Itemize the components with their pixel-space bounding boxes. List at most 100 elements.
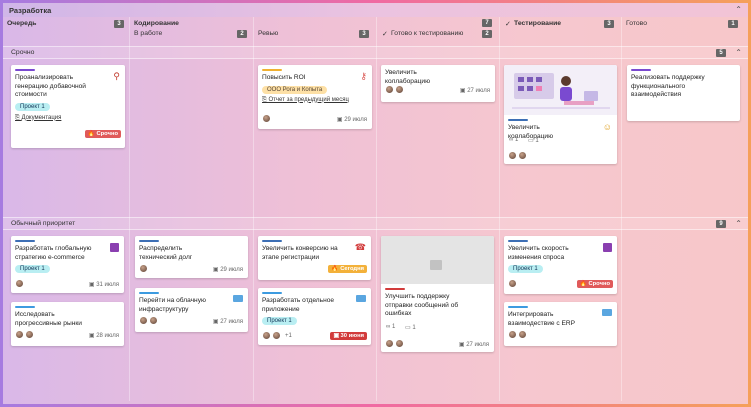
swimlane-count: 5 — [716, 49, 726, 57]
card-color-bar — [631, 69, 651, 71]
column-review[interactable]: Ревью 3 — [254, 17, 374, 43]
avatar[interactable] — [518, 151, 527, 160]
avatar[interactable] — [15, 279, 24, 288]
column-ready-for-testing[interactable]: 7 ✓ Готово к тестированию 2 — [377, 17, 497, 43]
avatar[interactable] — [262, 331, 271, 340]
task-card[interactable]: Разработать отдельное приложение Проект … — [258, 288, 371, 345]
avatar[interactable] — [508, 279, 517, 288]
urgency-label: Срочно — [96, 131, 118, 137]
due-date: ▣ 27 июля — [459, 88, 490, 94]
avatar[interactable] — [518, 330, 527, 339]
task-card[interactable]: Перейти на облачную инфраструктуру ▣ 27 … — [135, 288, 248, 332]
task-card[interactable]: Проанализировать генерацию добавочной ст… — [11, 65, 125, 148]
column-divider — [129, 17, 130, 401]
avatar[interactable] — [272, 331, 281, 340]
key-icon: ⚷ — [360, 71, 367, 81]
comments-count-label: 1 — [535, 138, 539, 144]
task-card[interactable]: Увеличить коллаборацию ▣ 27 июля — [381, 65, 495, 102]
column-testing[interactable]: ✓ Тестирование 3 — [500, 17, 618, 43]
card-title: Увеличить конверсию на этапе регистрации — [262, 245, 338, 261]
links-count-label: 1 — [514, 137, 519, 143]
project-tag[interactable]: Проект 1 — [262, 317, 297, 325]
swimlane-name: Срочно — [11, 49, 35, 56]
due-date: ▣ 27 июля — [212, 319, 243, 325]
collapse-lane-icon[interactable]: ⌃ — [735, 219, 742, 228]
avatar[interactable] — [15, 330, 24, 339]
image-icon — [430, 260, 442, 270]
monitor-icon — [356, 295, 366, 302]
document-link[interactable]: ⎘ Документация — [15, 115, 121, 122]
collapse-board-icon[interactable]: ⌃ — [735, 5, 742, 14]
collapse-lane-icon[interactable]: ⌃ — [735, 48, 742, 57]
card-title: Перейти на облачную инфраструктуру — [139, 297, 206, 313]
column-in-progress[interactable]: Кодирование В работе 2 — [130, 17, 252, 43]
task-card[interactable]: Увеличить коллаборацию ☺ ∞ 1 ▭ 1 — [504, 65, 617, 164]
column-divider — [621, 17, 622, 401]
links-count-label: 1 — [391, 324, 396, 330]
card-color-bar — [15, 306, 35, 308]
avatar[interactable] — [385, 85, 394, 94]
urgency-label: Сегодня — [340, 266, 364, 272]
column-queue[interactable]: Очередь 3 — [3, 17, 129, 43]
task-card[interactable]: Исследовать прогрессивные рынки ▣ 28 июл… — [11, 302, 124, 346]
avatar[interactable] — [262, 114, 271, 123]
project-tag[interactable]: Проект 1 — [15, 102, 50, 111]
links-count: ∞ 1 — [509, 137, 519, 143]
bike-icon: ⚲ — [113, 71, 120, 81]
card-color-bar — [15, 240, 35, 242]
check-icon: ✓ — [505, 21, 511, 28]
card-cover-placeholder — [381, 236, 494, 284]
column-sub: В работе — [134, 30, 163, 37]
user-badge-icon: ☺ — [602, 122, 612, 132]
comments-count: ▭ 1 — [405, 325, 416, 331]
task-card[interactable]: Увеличить конверсию на этапе регистрации… — [258, 236, 371, 280]
board-header: Разработка ⌃ — [3, 3, 748, 17]
due-date: ▣ 29 июля — [336, 117, 367, 123]
avatar[interactable] — [508, 330, 517, 339]
avatar[interactable] — [139, 264, 148, 273]
task-card[interactable]: Интегрировать взаимодествие с ERP — [504, 302, 617, 346]
extra-assignees: +1 — [285, 333, 292, 339]
avatar[interactable] — [139, 316, 148, 325]
swimlane-normal[interactable]: Обычный приоритет 9 ⌃ — [3, 217, 748, 230]
shop-icon — [110, 243, 119, 252]
column-count: 3 — [359, 30, 369, 38]
task-card[interactable]: Разработать глобальную стратегию e-comme… — [11, 236, 124, 293]
card-title: Интегрировать взаимодествие с ERP — [508, 311, 576, 327]
avatar[interactable] — [395, 85, 404, 94]
task-card[interactable]: Реализовать поддержку функционального вз… — [627, 65, 740, 121]
avatar[interactable] — [385, 339, 394, 348]
column-name: Готово — [626, 20, 647, 27]
card-title: Разработать отдельное приложение — [262, 297, 335, 313]
card-color-bar — [139, 240, 159, 242]
task-card[interactable]: Повысить ROI ⚷ ООО Рога и Копыта ⎘ Отчет… — [258, 65, 372, 129]
swimlane-urgent[interactable]: Срочно 5 ⌃ — [3, 46, 748, 59]
task-card[interactable]: Увеличить скорость изменения спроса Прое… — [504, 236, 617, 294]
card-color-bar — [508, 306, 528, 308]
avatar[interactable] — [149, 316, 158, 325]
project-tag[interactable]: Проект 1 — [15, 265, 50, 273]
avatar[interactable] — [395, 339, 404, 348]
collaboration-illustration — [512, 73, 610, 109]
card-cover-illustration — [504, 65, 617, 115]
card-title: Разработать глобальную стратегию e-comme… — [15, 245, 92, 261]
due-date: ▣ 31 июля — [88, 282, 119, 288]
shop-icon — [603, 243, 612, 252]
column-count: 2 — [237, 30, 247, 38]
column-done[interactable]: Готово 1 — [622, 17, 742, 43]
project-tag[interactable]: Проект 1 — [508, 265, 543, 273]
document-link[interactable]: ⎘ Отчет за предыдущий месяц — [262, 97, 368, 104]
client-tag[interactable]: ООО Рога и Копыта — [262, 85, 328, 94]
task-card[interactable]: Улучшить поддержку отправки сообщений об… — [381, 236, 494, 352]
due-date: ▣ 28 июля — [88, 333, 119, 339]
card-title: Улучшить поддержку отправки сообщений об… — [385, 293, 459, 317]
avatar[interactable] — [25, 330, 34, 339]
urgency-label: Срочно — [588, 281, 610, 287]
task-card[interactable]: Распределить технический долг ▣ 29 июля — [135, 236, 248, 278]
avatar[interactable] — [508, 151, 517, 160]
column-sub: Ревью — [258, 30, 279, 37]
column-group-count: 7 — [482, 19, 492, 27]
column-count: 3 — [604, 20, 614, 28]
swimlane-name: Обычный приоритет — [11, 220, 76, 227]
column-name: Очередь — [7, 20, 37, 27]
